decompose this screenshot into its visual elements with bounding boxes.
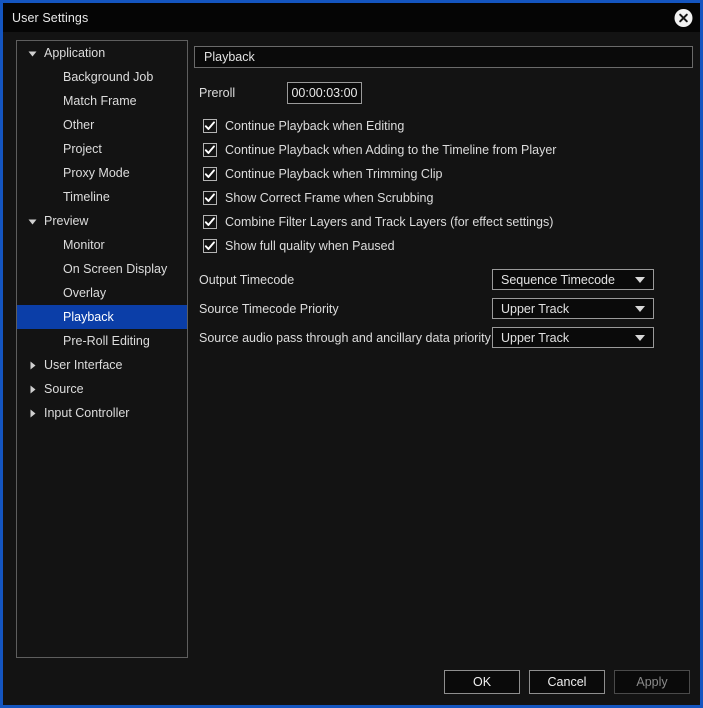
preroll-label: Preroll	[199, 86, 236, 100]
checkbox-label: Show Correct Frame when Scrubbing	[225, 191, 434, 205]
sidebar-item-label: Source	[44, 382, 84, 396]
checkbox-label: Show full quality when Paused	[225, 239, 395, 253]
sidebar-item-timeline[interactable]: Timeline	[17, 185, 187, 209]
ok-button[interactable]: OK	[444, 670, 520, 694]
sidebar-item-input-controller[interactable]: Input Controller	[17, 401, 187, 425]
window-title: User Settings	[12, 10, 89, 25]
checkbox-row[interactable]: Continue Playback when Adding to the Tim…	[203, 138, 556, 162]
setting-row-output-timecode: Output Timecode Sequence Timecode	[199, 269, 654, 290]
sidebar-item-application[interactable]: Application	[17, 41, 187, 65]
checkbox-label: Continue Playback when Trimming Clip	[225, 167, 443, 181]
chevron-down-icon	[635, 305, 645, 312]
sidebar-item-label: User Interface	[44, 358, 123, 372]
sidebar-item-label: On Screen Display	[63, 262, 168, 276]
settings-category-tree[interactable]: Application Background Job Match Frame Othe…	[16, 40, 188, 658]
sidebar-item-on-screen-display[interactable]: On Screen Display	[17, 257, 187, 281]
select-label: Output Timecode	[199, 272, 295, 287]
preroll-input[interactable]	[287, 82, 362, 104]
sidebar-item-label: Project	[63, 142, 102, 156]
sidebar-item-overlay[interactable]: Overlay	[17, 281, 187, 305]
checkbox-checked-icon[interactable]	[203, 215, 217, 229]
checkbox-label: Combine Filter Layers and Track Layers (…	[225, 215, 554, 229]
sidebar-item-label: Input Controller	[44, 406, 130, 420]
source-timecode-priority-select[interactable]: Upper Track	[492, 298, 654, 319]
select-value: Upper Track	[501, 301, 570, 316]
sidebar-item-label: Preview	[44, 214, 89, 228]
sidebar-item-label: Application	[44, 46, 106, 60]
title-bar: User Settings	[3, 3, 700, 32]
preroll-row: Preroll	[199, 82, 362, 104]
sidebar-item-label: Pre-Roll Editing	[63, 334, 150, 348]
select-label: Source audio pass through and ancillary …	[199, 330, 491, 345]
sidebar-item-label: Background Job	[63, 70, 154, 84]
sidebar-item-pre-roll-editing[interactable]: Pre-Roll Editing	[17, 329, 187, 353]
chevron-down-icon	[635, 334, 645, 341]
sidebar-item-other[interactable]: Other	[17, 113, 187, 137]
dialog-footer: OK Cancel Apply	[3, 670, 700, 694]
sidebar-item-label: Timeline	[63, 190, 110, 204]
sidebar-item-label: Overlay	[63, 286, 107, 300]
sidebar-item-label: Other	[63, 118, 95, 132]
chevron-down-icon[interactable]	[25, 217, 39, 226]
setting-row-source-audio-priority: Source audio pass through and ancillary …	[199, 327, 654, 348]
checkbox-row[interactable]: Continue Playback when Trimming Clip	[203, 162, 556, 186]
close-icon[interactable]	[674, 8, 693, 27]
sidebar-item-project[interactable]: Project	[17, 137, 187, 161]
sidebar-item-label: Proxy Mode	[63, 166, 130, 180]
panel-title: Playback	[204, 50, 255, 64]
setting-row-source-timecode-priority: Source Timecode Priority Upper Track	[199, 298, 654, 319]
sidebar-item-match-frame[interactable]: Match Frame	[17, 89, 187, 113]
checkbox-row[interactable]: Show full quality when Paused	[203, 234, 556, 258]
chevron-right-icon[interactable]	[25, 361, 39, 370]
chevron-down-icon[interactable]	[25, 49, 39, 58]
panel-header: Playback	[194, 46, 693, 68]
checkbox-checked-icon[interactable]	[203, 239, 217, 253]
checkbox-checked-icon[interactable]	[203, 119, 217, 133]
playback-options-list: Continue Playback when Editing Continue P…	[203, 114, 556, 258]
chevron-right-icon[interactable]	[25, 409, 39, 418]
checkbox-row[interactable]: Continue Playback when Editing	[203, 114, 556, 138]
select-value: Sequence Timecode	[501, 272, 615, 287]
chevron-right-icon[interactable]	[25, 385, 39, 394]
sidebar-item-background-job[interactable]: Background Job	[17, 65, 187, 89]
select-label: Source Timecode Priority	[199, 301, 339, 316]
cancel-button[interactable]: Cancel	[529, 670, 605, 694]
apply-button[interactable]: Apply	[614, 670, 690, 694]
sidebar-item-label: Match Frame	[63, 94, 137, 108]
sidebar-item-source[interactable]: Source	[17, 377, 187, 401]
output-timecode-select[interactable]: Sequence Timecode	[492, 269, 654, 290]
sidebar-item-preview[interactable]: Preview	[17, 209, 187, 233]
checkbox-checked-icon[interactable]	[203, 143, 217, 157]
sidebar-item-user-interface[interactable]: User Interface	[17, 353, 187, 377]
sidebar-item-monitor[interactable]: Monitor	[17, 233, 187, 257]
source-audio-priority-select[interactable]: Upper Track	[492, 327, 654, 348]
sidebar-item-label: Monitor	[63, 238, 105, 252]
sidebar-item-label: Playback	[63, 310, 114, 324]
sidebar-item-proxy-mode[interactable]: Proxy Mode	[17, 161, 187, 185]
user-settings-dialog: User Settings Application Background Job M…	[0, 0, 703, 708]
checkbox-row[interactable]: Combine Filter Layers and Track Layers (…	[203, 210, 556, 234]
checkbox-label: Continue Playback when Adding to the Tim…	[225, 143, 557, 157]
checkbox-row[interactable]: Show Correct Frame when Scrubbing	[203, 186, 556, 210]
checkbox-checked-icon[interactable]	[203, 191, 217, 205]
chevron-down-icon	[635, 276, 645, 283]
sidebar-item-playback[interactable]: Playback	[17, 305, 187, 329]
select-value: Upper Track	[501, 330, 570, 345]
checkbox-label: Continue Playback when Editing	[225, 119, 405, 133]
checkbox-checked-icon[interactable]	[203, 167, 217, 181]
